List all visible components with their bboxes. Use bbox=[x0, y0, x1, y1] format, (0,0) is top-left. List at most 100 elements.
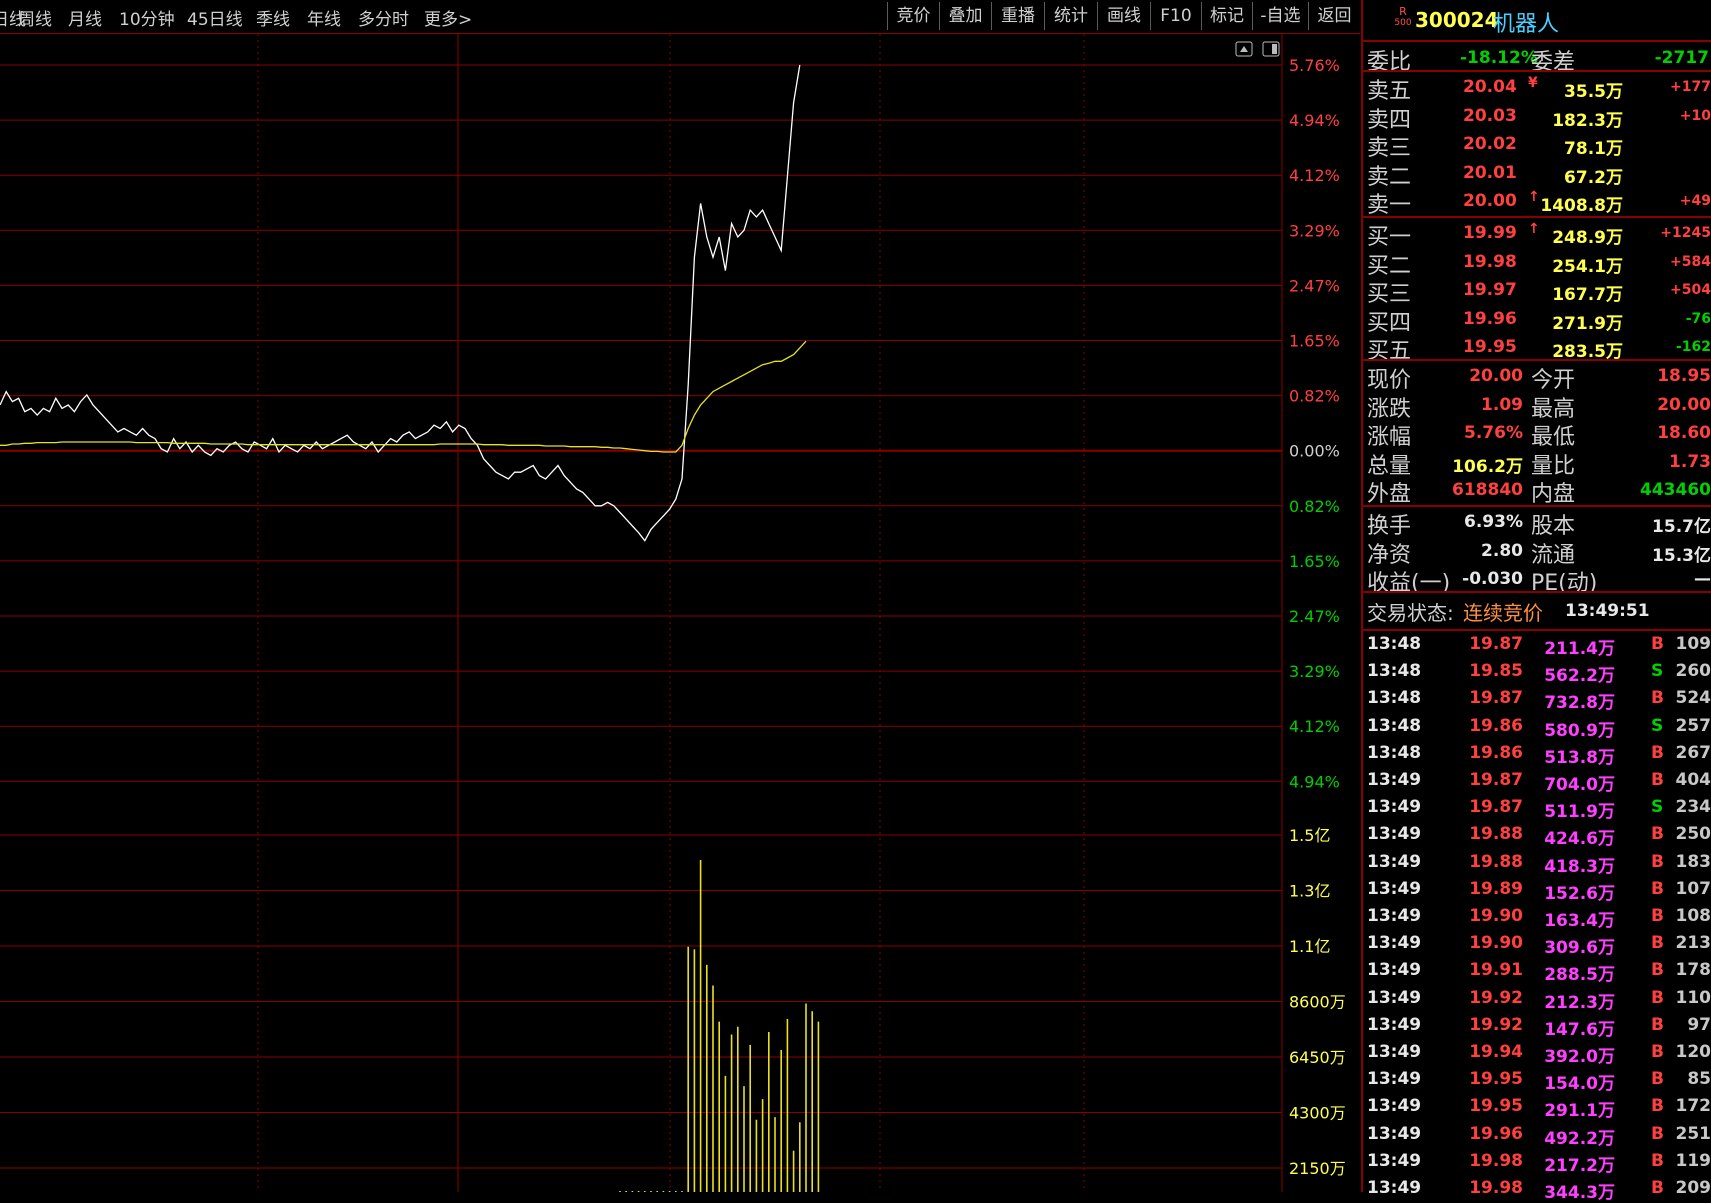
draw-line-button[interactable]: 画线 bbox=[1097, 2, 1150, 30]
price-axis-label: 1.65% bbox=[1289, 332, 1340, 351]
tick-volume: 108 bbox=[1676, 906, 1711, 926]
volume-axis-label: 4300万 bbox=[1289, 1104, 1346, 1123]
tick-price: 19.88 bbox=[1469, 824, 1523, 844]
price-axis-label: 4.94% bbox=[1289, 772, 1340, 791]
tick-time: 13:48 bbox=[1367, 661, 1421, 681]
period-10min[interactable]: 10分钟 bbox=[119, 5, 175, 30]
stat-label: 现价 bbox=[1367, 362, 1411, 394]
tick-volume: 110 bbox=[1676, 988, 1711, 1008]
period-45day[interactable]: 45日线 bbox=[187, 5, 243, 30]
tick-time: 13:49 bbox=[1367, 824, 1421, 844]
mark-button[interactable]: 标记 bbox=[1201, 2, 1252, 30]
tick-price: 19.89 bbox=[1469, 879, 1523, 899]
trade-status-value: 连续竞价 bbox=[1463, 597, 1543, 626]
tick-price: 19.98 bbox=[1469, 1151, 1523, 1171]
level-label: 买三 bbox=[1367, 276, 1411, 308]
remove-watchlist-button[interactable]: -自选 bbox=[1252, 2, 1308, 30]
tick-price: 19.85 bbox=[1469, 661, 1523, 681]
stat-label: 流通 bbox=[1531, 537, 1575, 569]
statistics-button[interactable]: 统计 bbox=[1044, 2, 1097, 30]
tick-time: 13:49 bbox=[1367, 1015, 1421, 1035]
level-label: 买一 bbox=[1367, 219, 1411, 251]
volume-axis-label: 1.3亿 bbox=[1289, 882, 1330, 901]
tick-side: B bbox=[1651, 879, 1664, 899]
tick-volume: 183 bbox=[1676, 852, 1711, 872]
tick-side: S bbox=[1651, 661, 1663, 681]
panel-toggle-icon[interactable] bbox=[1263, 42, 1279, 56]
replay-button[interactable]: 重播 bbox=[991, 2, 1044, 30]
tick-volume: 524 bbox=[1676, 688, 1711, 708]
tick-side: B bbox=[1651, 852, 1664, 872]
price-axis-label: 2.47% bbox=[1289, 276, 1340, 295]
tick-price: 19.87 bbox=[1469, 770, 1523, 790]
level-volume: 35.5万 bbox=[1564, 77, 1623, 102]
stat-value: 15.7亿 bbox=[1652, 512, 1711, 537]
weibi-value: -18.12% bbox=[1460, 48, 1538, 68]
stat-label: 换手 bbox=[1367, 508, 1411, 540]
trade-status-label: 交易状态: bbox=[1367, 597, 1454, 626]
stat-value: 15.3亿 bbox=[1652, 541, 1711, 566]
toolbar: 日线 周线 月线 10分钟 45日线 季线 年线 多分时 更多> 竞价 叠加 重… bbox=[0, 0, 1360, 34]
stat-value: -0.030 bbox=[1462, 569, 1523, 589]
period-weekly[interactable]: 周线 bbox=[18, 5, 52, 30]
rating-badge: R 500 bbox=[1393, 6, 1413, 32]
tick-time: 13:49 bbox=[1367, 1069, 1421, 1089]
tick-price: 19.87 bbox=[1469, 688, 1523, 708]
stat-value: 443460 bbox=[1640, 480, 1711, 500]
tick-amount: 344.3万 bbox=[1544, 1178, 1615, 1203]
auction-button[interactable]: 竞价 bbox=[887, 2, 939, 30]
stat-label: 净资 bbox=[1367, 537, 1411, 569]
more-periods-menu[interactable]: 更多> bbox=[424, 5, 472, 30]
tick-volume: 107 bbox=[1676, 879, 1711, 899]
tick-amount: 309.6万 bbox=[1544, 933, 1615, 958]
tick-time: 13:49 bbox=[1367, 1096, 1421, 1116]
period-monthly[interactable]: 月线 bbox=[68, 5, 102, 30]
back-button[interactable]: 返回 bbox=[1308, 2, 1360, 30]
stat-value: 18.95 bbox=[1657, 366, 1711, 386]
stat-label: 最高 bbox=[1531, 391, 1575, 423]
level-change: +177 bbox=[1670, 79, 1711, 95]
price-axis-label: 3.29% bbox=[1289, 221, 1340, 240]
tick-time: 13:49 bbox=[1367, 1178, 1421, 1198]
price-axis-labels: 5.76%4.94%4.12%3.29%2.47%1.65%0.82%0.00%… bbox=[1289, 56, 1340, 791]
tick-amount: 288.5万 bbox=[1544, 960, 1615, 985]
intraday-chart[interactable]: 5.76%4.94%4.12%3.29%2.47%1.65%0.82%0.00%… bbox=[0, 34, 1360, 1192]
tick-time: 13:49 bbox=[1367, 933, 1421, 953]
period-quarterly[interactable]: 季线 bbox=[256, 5, 290, 30]
level-volume: 182.3万 bbox=[1552, 106, 1623, 131]
level-volume: 271.9万 bbox=[1552, 309, 1623, 334]
tick-price: 19.90 bbox=[1469, 933, 1523, 953]
overlay-button[interactable]: 叠加 bbox=[939, 2, 991, 30]
tick-volume: 213 bbox=[1676, 933, 1711, 953]
f10-button[interactable]: F10 bbox=[1150, 2, 1201, 30]
period-multi-intraday[interactable]: 多分时 bbox=[358, 5, 409, 30]
level-label: 买四 bbox=[1367, 305, 1411, 337]
stat-label: 涨幅 bbox=[1367, 419, 1411, 451]
tick-side: B bbox=[1651, 960, 1664, 980]
tick-side: B bbox=[1651, 688, 1664, 708]
tick-amount: 163.4万 bbox=[1544, 906, 1615, 931]
tick-amount: 291.1万 bbox=[1544, 1096, 1615, 1121]
quote-panel: R 500 300024 机器人 委比 -18.12% 委差 -2717 卖五2… bbox=[1361, 0, 1711, 1192]
tick-price: 19.87 bbox=[1469, 797, 1523, 817]
expand-icon[interactable] bbox=[1236, 42, 1252, 56]
stat-value: 6.93% bbox=[1464, 512, 1523, 532]
tick-side: B bbox=[1651, 770, 1664, 790]
period-yearly[interactable]: 年线 bbox=[307, 5, 341, 30]
tick-amount: 211.4万 bbox=[1544, 634, 1615, 659]
tick-time: 13:49 bbox=[1367, 1042, 1421, 1062]
level-price: 20.02 bbox=[1463, 134, 1517, 154]
tick-price: 19.96 bbox=[1469, 1124, 1523, 1144]
tick-time: 13:48 bbox=[1367, 743, 1421, 763]
tick-price: 19.98 bbox=[1469, 1178, 1523, 1198]
level-arrow-icon: ¥ bbox=[1528, 75, 1538, 91]
chart-grid bbox=[0, 34, 1282, 1192]
level-price: 20.01 bbox=[1463, 163, 1517, 183]
price-axis-label: 4.12% bbox=[1289, 717, 1340, 736]
stat-label: 总量 bbox=[1367, 448, 1411, 480]
level-label: 卖二 bbox=[1367, 159, 1411, 191]
stat-label: 今开 bbox=[1531, 362, 1575, 394]
stat-label: 最低 bbox=[1531, 419, 1575, 451]
stock-code: 300024 bbox=[1415, 8, 1499, 32]
stat-value: 1.73 bbox=[1669, 452, 1711, 472]
